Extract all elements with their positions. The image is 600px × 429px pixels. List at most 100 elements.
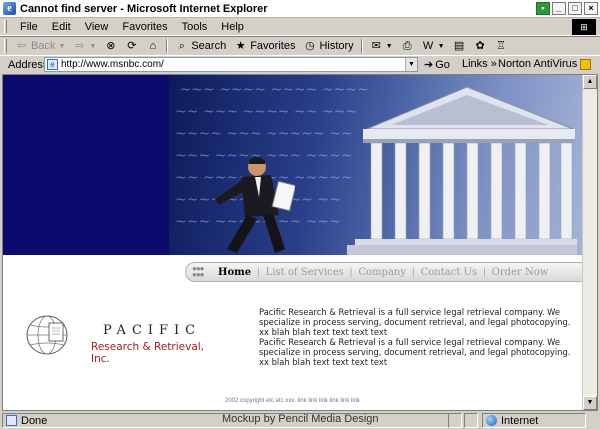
print-button[interactable]: ⎙ bbox=[397, 38, 418, 54]
favorites-icon: ★ bbox=[235, 39, 246, 52]
menu-file[interactable]: File bbox=[13, 21, 45, 33]
minimize-button[interactable]: _ bbox=[552, 2, 566, 15]
go-button[interactable]: ➔ Go bbox=[424, 58, 450, 72]
menu-bar: File Edit View Favorites Tools Help ⊞ bbox=[0, 18, 600, 36]
research-button[interactable]: ♖ bbox=[491, 38, 512, 54]
norton-antivirus-button[interactable]: Norton AntiVirus bbox=[498, 58, 592, 70]
vertical-scrollbar[interactable]: ▲ ▼ bbox=[582, 75, 597, 410]
address-url[interactable]: http://www.msnbc.com/ bbox=[61, 59, 164, 70]
toolbar-separator bbox=[360, 39, 363, 53]
page-icon: e bbox=[47, 59, 58, 70]
restore-icon[interactable]: ▪ bbox=[536, 2, 550, 15]
address-input[interactable]: e http://www.msnbc.com/ ▼ bbox=[44, 57, 418, 72]
norton-label: Norton AntiVirus bbox=[498, 58, 578, 70]
hero-photo: ~~~ ~~~~ ~~~~ ~~~~ ~~ ~~~ ~~~~ ~~ ~~~ ~~~~… bbox=[169, 75, 583, 255]
stop-icon: ⊗ bbox=[106, 39, 116, 52]
ie-icon: e bbox=[3, 2, 16, 15]
norton-icon bbox=[580, 58, 592, 70]
window-title: Cannot find server - Microsoft Internet … bbox=[20, 2, 268, 15]
stop-button[interactable]: ⊗ bbox=[100, 38, 121, 54]
chevron-down-icon: ▼ bbox=[437, 42, 445, 50]
intro-text: Pacific Research & Retrieval is a full s… bbox=[259, 307, 579, 367]
menu-help[interactable]: Help bbox=[214, 21, 251, 33]
website-content: ~~~ ~~~~ ~~~~ ~~~~ ~~ ~~~ ~~~~ ~~ ~~~ ~~~~… bbox=[3, 75, 583, 410]
nav-company[interactable]: Company bbox=[352, 267, 412, 278]
history-button[interactable]: ◷ History bbox=[299, 38, 357, 54]
company-logo: PACIFIC Research & Retrieval, Inc. bbox=[25, 313, 225, 365]
menu-view[interactable]: View bbox=[78, 21, 116, 33]
history-icon: ◷ bbox=[305, 39, 315, 52]
chevron-down-icon[interactable]: ▼ bbox=[405, 58, 417, 71]
nav-contact-us[interactable]: Contact Us bbox=[415, 267, 483, 278]
menu-edit[interactable]: Edit bbox=[45, 21, 78, 33]
research-icon: ♖ bbox=[496, 39, 506, 52]
toolbar-grip bbox=[4, 39, 7, 53]
site-footer: 2002 copyright etc etc xxx. link link li… bbox=[225, 398, 361, 404]
favorites-button[interactable]: ★ Favorites bbox=[230, 38, 299, 54]
discuss-icon: ▤ bbox=[453, 39, 465, 52]
search-label: Search bbox=[191, 40, 227, 52]
nav-dots-icon: ●●● ●●● bbox=[192, 264, 205, 279]
zone-text: Internet bbox=[501, 414, 539, 427]
status-bar: Done Mockup by Pencil Media Design Inter… bbox=[0, 412, 600, 429]
back-button[interactable]: ⇦ Back ▼ bbox=[11, 38, 69, 54]
back-label: Back bbox=[31, 40, 56, 52]
nav-home[interactable]: Home bbox=[212, 267, 257, 278]
toolbar-separator bbox=[166, 39, 169, 53]
menu-favorites[interactable]: Favorites bbox=[115, 21, 174, 33]
menu-tools[interactable]: Tools bbox=[175, 21, 215, 33]
window-controls: ▪ _ □ × bbox=[536, 2, 598, 15]
messenger-icon: ✿ bbox=[475, 39, 485, 52]
edit-button[interactable]: W ▼ bbox=[418, 38, 449, 54]
address-bar: Address e http://www.msnbc.com/ ▼ ➔ Go L… bbox=[0, 55, 600, 73]
supreme-court-building-image bbox=[347, 86, 577, 255]
menu-grip bbox=[4, 20, 7, 33]
intro-paragraph: Pacific Research & Retrieval is a full s… bbox=[259, 337, 571, 367]
refresh-button[interactable]: ⟳ bbox=[121, 38, 142, 54]
scroll-up-icon[interactable]: ▲ bbox=[583, 75, 597, 89]
site-nav: ●●● ●●● Home | List of Services | Company… bbox=[185, 262, 583, 282]
windows-logo-icon: ⊞ bbox=[572, 19, 596, 35]
logo-name: PACIFIC bbox=[103, 323, 202, 338]
mail-icon: ✉ bbox=[371, 39, 381, 52]
forward-arrow-icon: ⇨ bbox=[75, 39, 85, 52]
print-icon: ⎙ bbox=[402, 39, 412, 52]
chevron-down-icon: ▼ bbox=[89, 42, 97, 50]
globe-icon bbox=[486, 415, 497, 426]
security-zone-pane: Internet bbox=[482, 413, 586, 428]
status-pane-small bbox=[448, 413, 462, 428]
messenger-button[interactable]: ✿ bbox=[470, 38, 491, 54]
go-arrow-icon: ➔ bbox=[424, 59, 434, 71]
back-arrow-icon: ⇦ bbox=[16, 39, 27, 52]
favorites-label: Favorites bbox=[250, 40, 296, 52]
chevron-down-icon: ▼ bbox=[58, 42, 66, 50]
scroll-down-icon[interactable]: ▼ bbox=[583, 396, 597, 410]
nav-order-now[interactable]: Order Now bbox=[486, 267, 555, 278]
go-label: Go bbox=[435, 58, 450, 71]
title-bar: e Cannot find server - Microsoft Interne… bbox=[0, 0, 600, 18]
page-done-icon bbox=[6, 415, 17, 426]
maximize-button[interactable]: □ bbox=[568, 2, 582, 15]
intro-paragraph: Pacific Research & Retrieval is a full s… bbox=[259, 307, 571, 337]
home-button[interactable]: ⌂ bbox=[142, 38, 163, 54]
nav-list-of-services[interactable]: List of Services bbox=[260, 267, 350, 278]
search-icon: ⌕ bbox=[178, 39, 185, 52]
chevron-down-icon: ▼ bbox=[385, 42, 393, 50]
standard-toolbar: ⇦ Back ▼ ⇨ ▼ ⊗ ⟳ ⌂ ⌕ Search ★ Favorites … bbox=[0, 37, 600, 55]
globe-logo-icon bbox=[26, 315, 68, 355]
forward-button[interactable]: ⇨ ▼ bbox=[69, 38, 100, 54]
status-text: Done bbox=[21, 414, 48, 427]
address-label: Address bbox=[8, 58, 49, 71]
hero-banner: ~~~ ~~~~ ~~~~ ~~~~ ~~ ~~~ ~~~~ ~~ ~~~ ~~~~… bbox=[3, 75, 583, 255]
mockup-caption: Mockup by Pencil Media Design bbox=[222, 413, 379, 425]
links-label: Links bbox=[462, 58, 488, 70]
mail-button[interactable]: ✉ ▼ bbox=[366, 38, 397, 54]
discuss-button[interactable]: ▤ bbox=[449, 38, 470, 54]
running-man-image bbox=[215, 157, 295, 253]
links-button[interactable]: Links » bbox=[462, 58, 497, 70]
refresh-icon: ⟳ bbox=[127, 39, 137, 52]
close-button[interactable]: × bbox=[584, 2, 598, 15]
browser-viewport: ~~~ ~~~~ ~~~~ ~~~~ ~~ ~~~ ~~~~ ~~ ~~~ ~~~~… bbox=[2, 74, 598, 411]
home-icon: ⌂ bbox=[149, 39, 157, 52]
search-button[interactable]: ⌕ Search bbox=[171, 38, 230, 54]
